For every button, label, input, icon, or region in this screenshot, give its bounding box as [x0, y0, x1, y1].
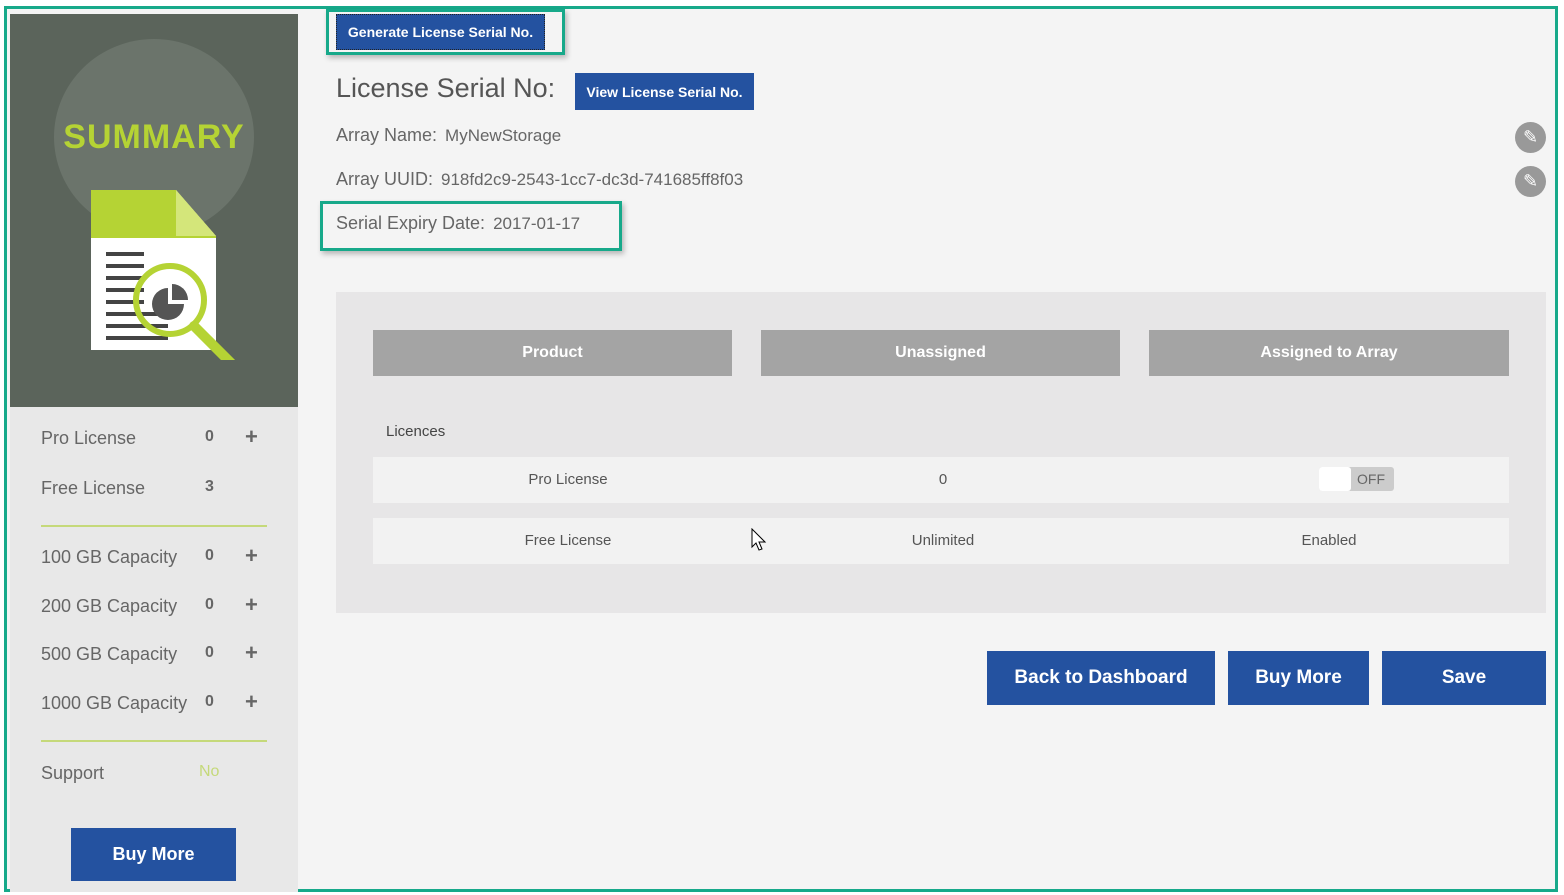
row-label: 1000 GB Capacity: [41, 693, 188, 713]
summary-hero: SUMMARY: [10, 14, 298, 407]
header-product: Product: [373, 330, 732, 376]
highlight-box: [326, 9, 565, 55]
assigned-cell: Enabled: [1301, 532, 1357, 549]
product-cell: Free License: [524, 532, 612, 549]
licences-section-label: Licences: [386, 423, 446, 440]
row-label: Support: [41, 763, 105, 783]
array-uuid-row: Array UUID: 918fd2c9-2543-1cc7-dc3d-74168…: [336, 169, 743, 190]
array-uuid-label: Array UUID:: [336, 169, 434, 189]
row-value: 0: [205, 596, 214, 613]
summary-row-1000gb: 1000 GB Capacity 0 +: [41, 689, 281, 717]
buy-more-button[interactable]: Buy More: [1228, 651, 1369, 705]
row-value: 0: [205, 547, 214, 564]
array-name-row: Array Name: MyNewStorage: [336, 125, 561, 146]
summary-row-500gb: 500 GB Capacity 0 +: [41, 640, 281, 668]
unassigned-cell: Unlimited: [911, 532, 975, 549]
row-label: Pro License: [41, 428, 137, 448]
unassigned-cell: 0: [938, 471, 948, 488]
row-label: 100 GB Capacity: [41, 547, 178, 567]
row-label: 200 GB Capacity: [41, 596, 178, 616]
summary-row-support: Support No: [41, 763, 281, 787]
mouse-cursor-icon: [751, 528, 767, 551]
pro-license-assign-toggle[interactable]: OFF: [1319, 467, 1394, 491]
add-pro-license-button[interactable]: +: [245, 424, 258, 450]
row-value: 0: [205, 693, 214, 710]
edit-array-uuid-pencil-icon[interactable]: ✎: [1515, 166, 1546, 197]
table-row: Pro License 0 OFF: [373, 457, 1509, 503]
summary-row-free-license: Free License 3: [41, 478, 281, 502]
report-magnifier-icon: [91, 190, 236, 360]
array-name-value: MyNewStorage: [445, 126, 562, 145]
summary-row-pro-license: Pro License 0 +: [41, 424, 281, 452]
add-100gb-button[interactable]: +: [245, 543, 258, 569]
back-to-dashboard-button[interactable]: Back to Dashboard: [987, 651, 1215, 705]
summary-sidebar: SUMMARY Pro License 0 + Free License 3 100 …: [10, 14, 298, 892]
product-cell: Pro License: [528, 471, 608, 488]
header-assigned: Assigned to Array: [1149, 330, 1509, 376]
table-row: Free License Unlimited Enabled: [373, 518, 1509, 564]
view-license-serial-button[interactable]: View License Serial No.: [575, 73, 754, 110]
divider: [41, 525, 267, 527]
save-button[interactable]: Save: [1382, 651, 1546, 705]
add-200gb-button[interactable]: +: [245, 592, 258, 618]
header-unassigned: Unassigned: [761, 330, 1120, 376]
array-uuid-value: 918fd2c9-2543-1cc7-dc3d-741685ff8f03: [441, 170, 744, 189]
summary-title: SUMMARY: [63, 118, 245, 156]
row-value: 3: [205, 478, 214, 495]
toggle-knob: [1319, 467, 1351, 491]
add-1000gb-button[interactable]: +: [245, 689, 258, 715]
toggle-state: OFF: [1357, 471, 1385, 487]
add-500gb-button[interactable]: +: [245, 640, 258, 666]
row-label: 500 GB Capacity: [41, 644, 178, 664]
array-name-label: Array Name:: [336, 125, 438, 145]
highlight-box: [320, 201, 622, 251]
license-table-panel: Product Unassigned Assigned to Array Lic…: [336, 292, 1546, 613]
license-serial-label: License Serial No:: [336, 73, 556, 103]
divider: [41, 740, 267, 742]
row-value: 0: [205, 644, 214, 661]
sidebar-buy-more-button[interactable]: Buy More: [71, 828, 236, 881]
support-value: No: [199, 763, 220, 780]
row-value: 0: [205, 428, 214, 445]
summary-row-200gb: 200 GB Capacity 0 +: [41, 592, 281, 620]
row-label: Free License: [41, 478, 146, 498]
summary-row-100gb: 100 GB Capacity 0 +: [41, 543, 281, 571]
edit-array-name-pencil-icon[interactable]: ✎: [1515, 122, 1546, 153]
